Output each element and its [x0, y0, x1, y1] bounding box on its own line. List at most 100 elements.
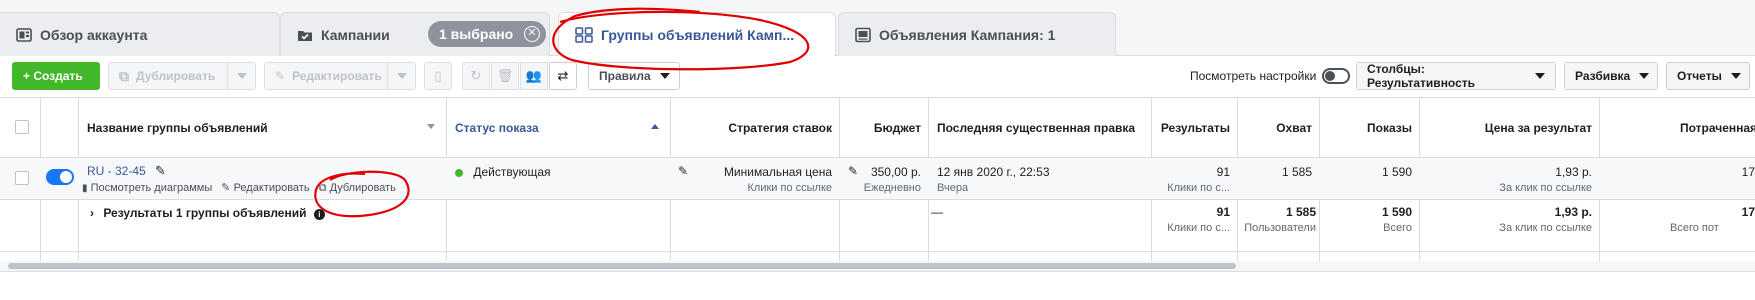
summary-cost-sub: За клик по ссылке — [1499, 222, 1592, 234]
create-button[interactable]: + Создать — [12, 62, 100, 90]
summary-label: Результаты 1 группы объявлений — [103, 206, 307, 220]
chart-icon: ▮ — [82, 183, 88, 194]
bid-pencil-icon[interactable]: ✎ — [678, 164, 688, 178]
last-edit-sub: Вчера — [937, 182, 969, 194]
selection-pill[interactable]: 1 выбрано ✕ — [428, 21, 546, 47]
header-last-edit[interactable]: Последняя существенная правка — [937, 98, 1147, 157]
reach-value: 1 585 — [1281, 165, 1312, 179]
header-bid-label: Стратегия ставок — [728, 120, 832, 135]
toggle-switch[interactable] — [1322, 68, 1351, 84]
header-reach[interactable]: Охват — [1238, 98, 1312, 157]
header-name-label: Название группы объявлений — [87, 120, 268, 135]
chevron-down-icon[interactable] — [387, 63, 415, 89]
clipboard-icon[interactable]: ▯ — [424, 62, 452, 90]
refresh-icon[interactable]: ↻ — [462, 62, 490, 90]
tab-label: Группы объявлений Камп... — [601, 27, 795, 43]
duplicate-label: Дублировать — [136, 69, 216, 83]
dashboard-icon — [16, 27, 32, 43]
last-edit-value: 12 янв 2020 г., 22:53 — [937, 165, 1050, 179]
summary-results-sub: Клики по с... — [1167, 222, 1230, 234]
tab-label: Обзор аккаунта — [40, 26, 148, 43]
adset-toggle[interactable] — [46, 169, 74, 185]
tab-adsets[interactable]: Группы объявлений Камп... — [558, 12, 836, 57]
header-status[interactable]: Статус показа — [455, 98, 663, 157]
reports-label: Отчеты — [1677, 69, 1722, 83]
tab-account-overview[interactable]: Обзор аккаунта — [0, 12, 280, 56]
close-circle-icon[interactable]: ✕ — [524, 26, 540, 42]
view-charts-link[interactable]: Посмотреть диаграммы — [91, 182, 213, 194]
header-impressions-label: Показы — [1367, 120, 1412, 135]
info-icon[interactable]: i — [313, 209, 325, 220]
columns-label: Столбцы: Результативность — [1367, 62, 1476, 90]
budget-pencil-icon[interactable]: ✎ — [848, 164, 858, 178]
results-value: 91 — [1216, 165, 1230, 179]
breakdown-button[interactable]: Разбивка — [1564, 62, 1658, 90]
header-last-edit-label: Последняя существенная правка — [937, 120, 1136, 135]
rules-label: Правила — [599, 69, 651, 83]
header-impressions[interactable]: Показы — [1320, 98, 1412, 157]
header-spent-label: Потраченная — [1680, 120, 1755, 135]
expand-chevron-icon[interactable]: › — [90, 206, 94, 220]
pencil-icon[interactable]: ✎ — [155, 163, 166, 178]
header-bid[interactable]: Стратегия ставок — [671, 98, 832, 157]
summary-reach: 1 585 — [1285, 205, 1316, 219]
summary-last-edit: — — [931, 205, 943, 219]
view-settings-toggle[interactable]: Посмотреть настройки — [1190, 68, 1351, 84]
budget-value: 350,00 р. — [870, 165, 921, 179]
sort-asc-icon — [651, 124, 659, 129]
chevron-down-icon — [1730, 73, 1741, 79]
tab-label: Кампании — [321, 26, 390, 43]
sort-icon — [427, 124, 435, 129]
chevron-down-icon — [1639, 73, 1650, 79]
header-cost-label: Цена за результат — [1484, 120, 1592, 135]
table-row[interactable]: RU - 32-45 ✎ ▮ Посмотреть диаграммы ✎ Ре… — [0, 157, 1755, 200]
header-budget-label: Бюджет — [873, 120, 921, 135]
summary-impressions-sub: Всего — [1383, 222, 1412, 234]
summary-impressions: 1 590 — [1381, 205, 1412, 219]
columns-button[interactable]: Столбцы: Результативность — [1356, 62, 1556, 90]
header-spent[interactable]: Потраченная — [1680, 98, 1755, 157]
chevron-down-icon — [1535, 73, 1545, 79]
create-label: + Создать — [23, 69, 83, 83]
results-sub: Клики по с... — [1167, 182, 1230, 194]
header-results[interactable]: Результаты — [1152, 98, 1230, 157]
duplicate-icon: ⧉ — [318, 182, 327, 194]
summary-spent-sub: Всего пот — [1670, 222, 1719, 234]
cost-value: 1,93 р. — [1555, 165, 1592, 179]
trash-icon[interactable]: 🗑 — [491, 62, 519, 90]
status-dot-icon — [455, 168, 463, 177]
toolbar: + Создать ⧉ Дублировать ✎ Редактировать … — [0, 56, 1755, 96]
rules-button[interactable]: Правила — [588, 62, 680, 90]
header-name[interactable]: Название группы объявлений — [87, 98, 439, 157]
copy-icon: ⧉ — [119, 67, 129, 84]
horizontal-scrollbar[interactable] — [8, 263, 1236, 269]
header-results-label: Результаты — [1160, 120, 1230, 135]
edit-button[interactable]: ✎ Редактировать — [264, 62, 416, 90]
reports-button[interactable]: Отчеты — [1666, 62, 1750, 90]
folder-check-icon — [297, 27, 313, 43]
tab-bar: Обзор аккаунта Кампании 1 выбрано ✕ Груп… — [0, 0, 1755, 57]
audience-icon[interactable]: 👥 — [520, 62, 548, 90]
duplicate-link[interactable]: Дублировать — [330, 182, 396, 194]
breakdown-label: Разбивка — [1575, 69, 1631, 83]
tab-ads[interactable]: Объявления Кампания: 1 — [838, 12, 1116, 56]
spent-value: 17 — [1741, 165, 1755, 179]
header-budget[interactable]: Бюджет — [840, 98, 921, 157]
ad-icon — [855, 27, 871, 43]
summary-spent: 17 — [1741, 205, 1755, 219]
divider — [0, 271, 1755, 272]
budget-sub: Ежедневно — [863, 182, 921, 194]
summary-row: › Результаты 1 группы объявлений i — 91 … — [0, 200, 1755, 252]
compare-icon[interactable]: ⇄ — [549, 62, 577, 90]
duplicate-button[interactable]: ⧉ Дублировать — [108, 62, 256, 90]
header-cost[interactable]: Цена за результат — [1420, 98, 1592, 157]
row-checkbox[interactable] — [15, 171, 29, 185]
select-all-checkbox[interactable] — [15, 120, 29, 134]
edit-label: Редактировать — [292, 69, 382, 83]
chevron-down-icon[interactable] — [227, 63, 255, 89]
status-text: Действующая — [473, 165, 551, 179]
edit-link[interactable]: Редактировать — [234, 182, 310, 194]
pencil-icon: ✎ — [275, 69, 286, 83]
summary-reach-sub: Пользователи — [1244, 222, 1316, 234]
adset-name-link[interactable]: RU - 32-45 — [87, 164, 146, 178]
